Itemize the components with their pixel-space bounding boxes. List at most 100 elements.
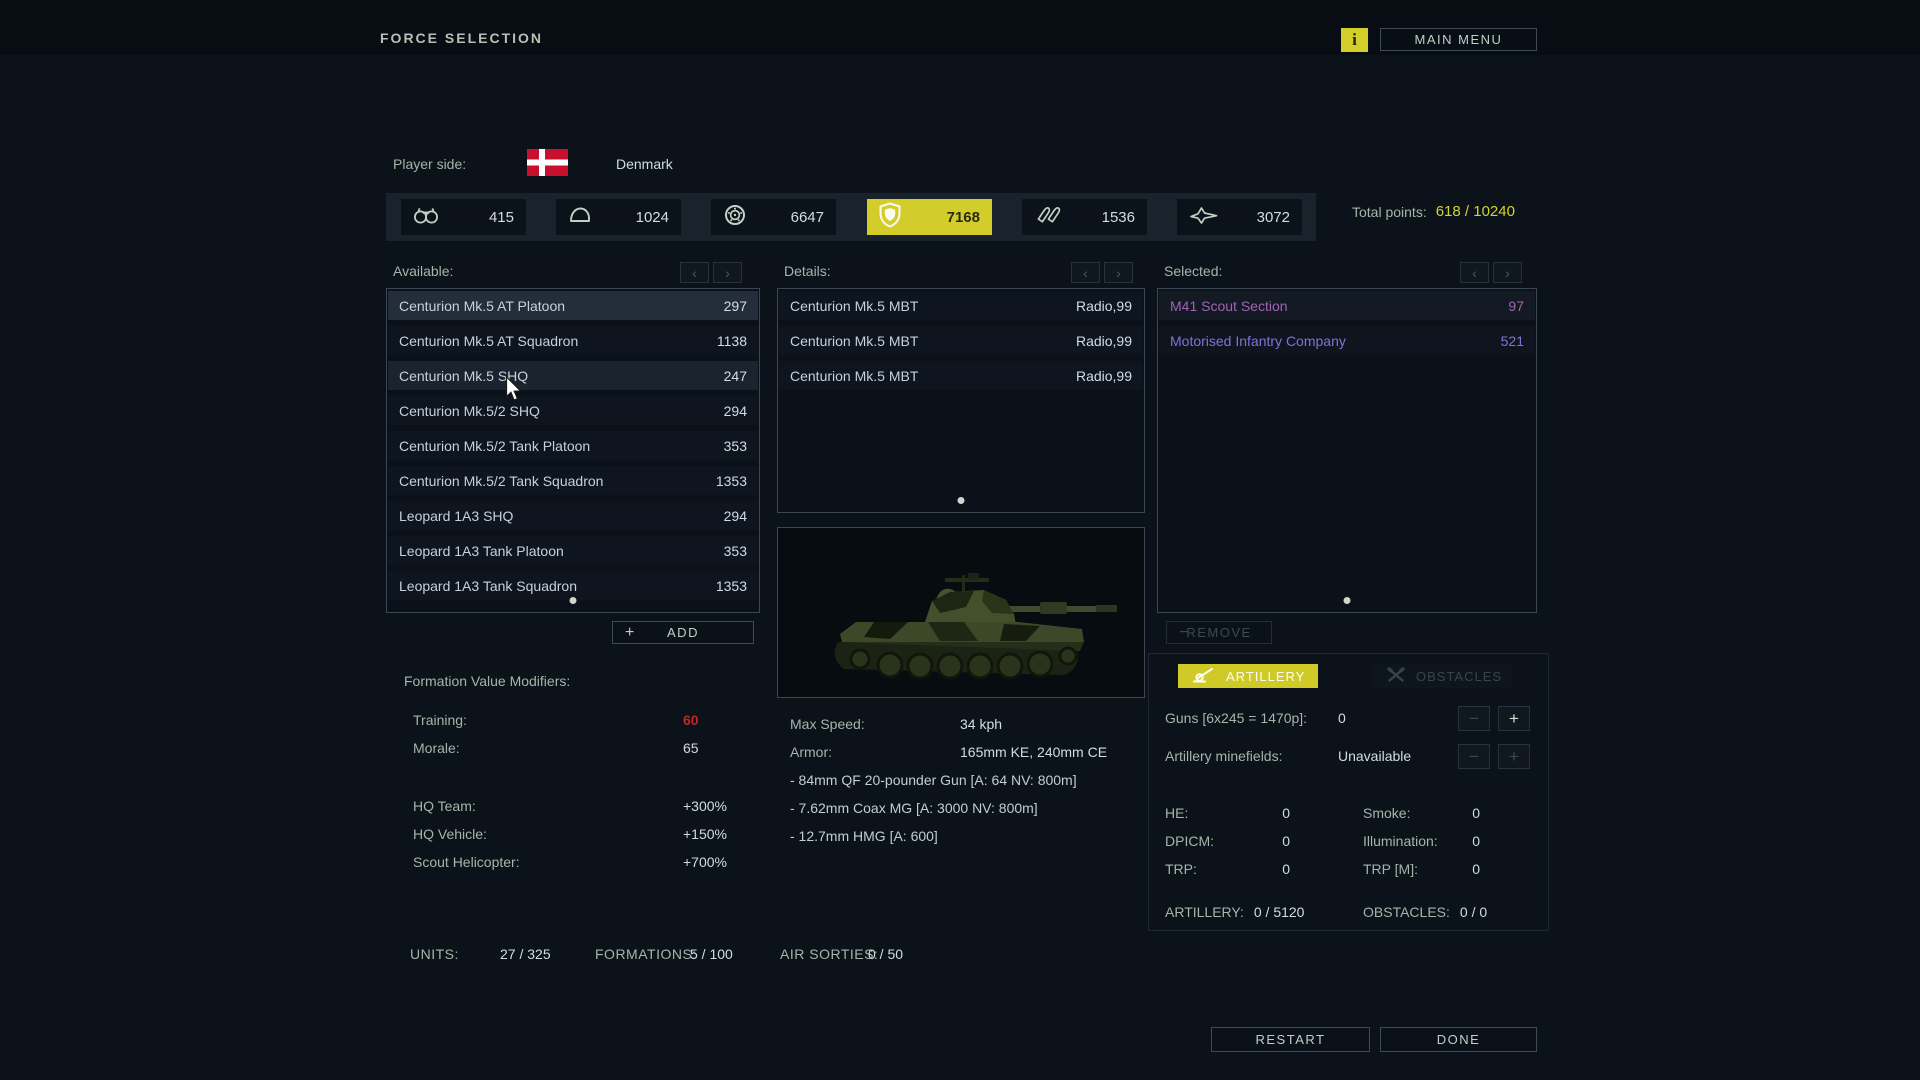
category-vehicles-button[interactable]: 6647 [711, 199, 836, 235]
unit-cost: 297 [724, 298, 747, 314]
shield-icon [879, 202, 901, 233]
guns-increment-button[interactable]: + [1498, 706, 1530, 731]
wheel-icon [723, 203, 747, 232]
unit-cost: 353 [724, 543, 747, 559]
details-title: Details: [784, 263, 831, 279]
done-button[interactable]: DONE [1380, 1027, 1537, 1052]
unit-name: Leopard 1A3 SHQ [399, 508, 513, 524]
guns-decrement-button[interactable]: − [1458, 706, 1490, 731]
guns-label: Guns [6x245 = 1470p]: [1165, 710, 1307, 726]
armor-value: 165mm KE, 240mm CE [960, 744, 1107, 760]
unit-name: Motorised Infantry Company [1170, 333, 1346, 349]
available-row-3[interactable]: Centurion Mk.5/2 SHQ294 [388, 396, 758, 425]
unit-name: Leopard 1A3 Tank Squadron [399, 578, 577, 594]
page-indicator-dot [1344, 597, 1351, 604]
unit-cost: 1353 [716, 473, 747, 489]
available-row-7[interactable]: Leopard 1A3 Tank Platoon 353 [388, 536, 758, 565]
category-vehicles-points: 6647 [791, 209, 824, 226]
category-artillery-button[interactable]: 1536 [1022, 199, 1147, 235]
he-value: 0 [1245, 805, 1290, 821]
howitzer-icon [1192, 666, 1216, 686]
formations-value: 5 / 100 [690, 946, 733, 962]
info-button[interactable]: i [1341, 28, 1368, 52]
selected-row-0[interactable]: M41 Scout Section 97 [1159, 291, 1535, 320]
mouse-cursor [505, 377, 522, 407]
remove-button[interactable]: − REMOVE [1166, 621, 1272, 644]
unit-name: Centurion Mk.5 MBT [790, 368, 918, 384]
selected-page-next-button[interactable]: › [1493, 262, 1522, 283]
weapon-line: - 12.7mm HMG [A: 600] [790, 828, 938, 844]
available-row-2[interactable]: Centurion Mk.5 SHQ247 [388, 361, 758, 390]
unit-info: Radio,99 [1076, 368, 1132, 384]
training-label: Training: [413, 712, 467, 728]
available-page-next-button[interactable]: › [713, 262, 742, 283]
unit-name: Centurion Mk.5/2 Tank Platoon [399, 438, 590, 454]
unit-name: Centurion Mk.5 AT Platoon [399, 298, 565, 314]
units-value: 27 / 325 [500, 946, 551, 962]
hq-vehicle-value: +150% [683, 826, 727, 842]
available-row-4[interactable]: Centurion Mk.5/2 Tank Platoon353 [388, 431, 758, 460]
available-page-prev-button[interactable]: ‹ [680, 262, 709, 283]
max-speed-value: 34 kph [960, 716, 1002, 732]
minus-icon: − [1179, 625, 1190, 641]
available-row-5[interactable]: Centurion Mk.5/2 Tank Squadron1353 [388, 466, 758, 495]
unit-cost: 521 [1501, 333, 1524, 349]
unit-info: Radio,99 [1076, 298, 1132, 314]
category-infantry-button[interactable]: 1024 [556, 199, 681, 235]
minefields-value: Unavailable [1338, 748, 1411, 764]
available-row-6[interactable]: Leopard 1A3 SHQ294 [388, 501, 758, 530]
unit-name: Leopard 1A3 Tank Platoon [399, 543, 564, 559]
minefields-decrement-button[interactable]: − [1458, 744, 1490, 769]
details-row-0[interactable]: Centurion Mk.5 MBTRadio,99 [779, 291, 1143, 320]
details-page-next-button[interactable]: › [1104, 262, 1133, 283]
morale-label: Morale: [413, 740, 460, 756]
plus-icon: + [625, 625, 636, 641]
trp-label: TRP: [1165, 861, 1197, 877]
category-recon-points: 415 [489, 209, 514, 226]
main-menu-button[interactable]: MAIN MENU [1380, 28, 1537, 51]
dpicm-value: 0 [1245, 833, 1290, 849]
category-air-button[interactable]: 3072 [1177, 199, 1302, 235]
tab-obstacles-label: OBSTACLES [1416, 669, 1502, 684]
selected-row-1[interactable]: Motorised Infantry Company 521 [1159, 326, 1535, 355]
weapon-line: - 7.62mm Coax MG [A: 3000 NV: 800m] [790, 800, 1038, 816]
details-row-2[interactable]: Centurion Mk.5 MBT Radio,99 [779, 361, 1143, 390]
minefields-label: Artillery minefields: [1165, 748, 1282, 764]
trp-m-value: 0 [1438, 861, 1480, 877]
illumination-value: 0 [1438, 833, 1480, 849]
tab-obstacles[interactable]: OBSTACLES [1372, 664, 1512, 688]
trp-value: 0 [1245, 861, 1290, 877]
top-bar [0, 0, 1920, 55]
add-label: ADD [667, 625, 699, 640]
guns-value: 0 [1338, 710, 1346, 726]
available-title: Available: [393, 263, 453, 279]
shells-icon [1034, 204, 1064, 231]
support-panel [1148, 653, 1549, 931]
details-page-prev-button[interactable]: ‹ [1071, 262, 1100, 283]
units-label: UNITS: [410, 946, 459, 962]
dpicm-label: DPICM: [1165, 833, 1214, 849]
available-row-1[interactable]: Centurion Mk.5 AT Squadron1138 [388, 326, 758, 355]
category-recon-button[interactable]: 415 [401, 199, 526, 235]
selected-page-prev-button[interactable]: ‹ [1460, 262, 1489, 283]
he-label: HE: [1165, 805, 1188, 821]
details-row-1[interactable]: Centurion Mk.5 MBTRadio,99 [779, 326, 1143, 355]
modifiers-title: Formation Value Modifiers: [404, 673, 570, 689]
scout-helicopter-value: +700% [683, 854, 727, 870]
minefields-increment-button[interactable]: + [1498, 744, 1530, 769]
jet-icon [1189, 205, 1219, 230]
available-row-8[interactable]: Leopard 1A3 Tank Squadron1353 [388, 571, 758, 600]
formations-label: FORMATIONS: [595, 946, 697, 962]
available-row-0[interactable]: Centurion Mk.5 AT Platoon 297 [388, 291, 758, 320]
restart-button[interactable]: RESTART [1211, 1027, 1370, 1052]
tab-artillery[interactable]: ARTILLERY [1178, 664, 1318, 688]
hq-vehicle-label: HQ Vehicle: [413, 826, 487, 842]
hq-team-value: +300% [683, 798, 727, 814]
force-selection-screen: FORCE SELECTION i MAIN MENU Player side:… [0, 0, 1920, 1080]
total-points-value: 618 / 10240 [1436, 203, 1515, 220]
add-button[interactable]: + ADD [612, 621, 754, 644]
tab-artillery-label: ARTILLERY [1226, 669, 1305, 684]
category-tanks-button[interactable]: 7168 [867, 199, 992, 235]
binoculars-icon [413, 205, 439, 230]
training-value: 60 [683, 712, 699, 728]
